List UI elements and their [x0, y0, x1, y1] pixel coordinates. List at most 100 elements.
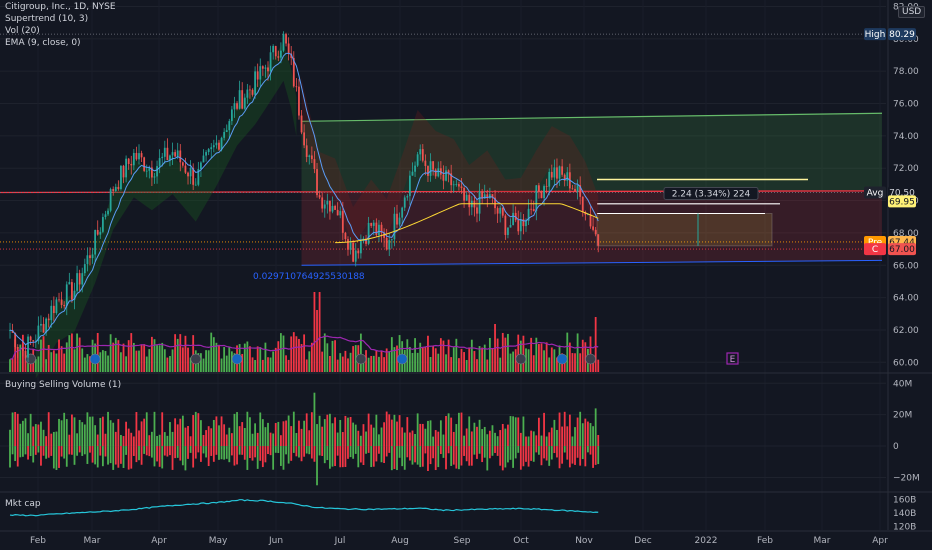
legend-bsv[interactable]: Buying Selling Volume (1)	[5, 379, 121, 391]
volume-bar	[122, 343, 125, 372]
candle-body	[176, 150, 179, 157]
volume-bar	[458, 358, 460, 372]
candle-body	[465, 194, 468, 201]
volume-bar	[491, 347, 494, 372]
bsv-buy-bar	[532, 431, 535, 447]
bsv-buy-bar	[269, 432, 272, 447]
bsv-buy-bar	[525, 436, 527, 447]
bsv-buy-bar	[181, 415, 184, 447]
bsv-buy-bar	[365, 431, 367, 447]
bsv-buy-bar	[470, 431, 473, 447]
bsv-sell-bar	[42, 446, 45, 456]
bsv-sell-bar	[179, 446, 182, 461]
bsv-sell-bar	[352, 446, 355, 459]
volume-bar	[496, 338, 499, 372]
bsv-buy-bar	[138, 430, 140, 447]
volume-bar	[427, 335, 429, 372]
bsv-buy-bar	[486, 434, 489, 447]
bsv-sell-bar	[65, 446, 68, 467]
volume-bar	[81, 348, 84, 372]
volume-bars: E	[9, 292, 739, 372]
bsv-sell-bar	[256, 446, 259, 469]
mktcap-y-tick: 120B	[893, 523, 916, 533]
bsv-buy-bar	[406, 417, 409, 447]
bsv-buy-bar	[349, 416, 352, 447]
bsv-buy-bar	[576, 417, 579, 447]
bsv-sell-bar	[512, 446, 514, 468]
bsv-sell-bar	[52, 446, 55, 469]
bsv-buy-bar	[171, 431, 174, 447]
volume-bar	[447, 339, 450, 372]
bsv-sell-bar	[496, 446, 499, 456]
volume-bar	[574, 353, 576, 372]
bsv-sell-bar	[455, 446, 458, 469]
main-legend: Citigroup, Inc., 1D, NYSE Supertrend (10…	[5, 1, 116, 49]
candle-body	[233, 103, 236, 110]
symbol-title[interactable]: Citigroup, Inc., 1D, NYSE	[5, 1, 116, 13]
volume-bar	[277, 341, 280, 372]
bsv-sell-bar	[9, 446, 11, 468]
bsv-sell-bar	[210, 446, 213, 456]
bsv-buy-bar	[517, 417, 520, 447]
bsv-sell-bar	[251, 446, 254, 461]
volume-bar	[548, 357, 551, 372]
bsv-buy-bar	[584, 418, 587, 447]
candle-body	[390, 239, 393, 241]
legend-supertrend[interactable]: Supertrend (10, 3)	[5, 13, 116, 25]
bsv-buy-bar	[318, 415, 321, 447]
legend-vol[interactable]: Vol (20)	[5, 25, 116, 37]
bsv-buy-bar	[127, 428, 130, 447]
volume-bar	[181, 347, 184, 372]
bsv-sell-bar	[83, 446, 86, 455]
volume-bar	[488, 337, 491, 372]
volume-bar	[439, 338, 442, 372]
bsv-sell-bar	[499, 446, 502, 466]
bsv-legend[interactable]: Buying Selling Volume (1)	[5, 379, 121, 391]
bsv-buy-bar	[455, 424, 458, 447]
volume-bar	[380, 350, 383, 372]
volume-bar	[42, 336, 45, 372]
volume-bar	[336, 359, 339, 372]
candle-body	[341, 211, 344, 233]
bsv-buy-bar	[52, 431, 55, 447]
candle-body	[161, 156, 164, 159]
volume-bar	[344, 350, 347, 372]
candle-body	[442, 174, 445, 181]
x-tick-label: Apr	[872, 536, 888, 546]
bsv-sell-bar	[329, 446, 331, 469]
bsv-buy-bar	[161, 412, 164, 447]
y-tick-label: 60.00	[893, 358, 919, 368]
candle-body	[592, 226, 594, 230]
bsv-sell-bar	[34, 446, 37, 455]
bsv-sell-bar	[220, 446, 223, 460]
bsv-sell-bar	[375, 446, 378, 462]
legend-ema[interactable]: EMA (9, close, 0)	[5, 37, 116, 49]
bsv-buy-bar	[169, 422, 171, 447]
candle-body	[83, 264, 86, 274]
volume-bar	[158, 345, 161, 372]
bsv-buy-bar	[254, 423, 256, 447]
bsv-sell-bar	[571, 446, 574, 464]
bsv-sell-bar	[27, 446, 29, 460]
bsv-sell-bar	[447, 446, 450, 454]
volume-bar	[359, 333, 362, 372]
volume-bar	[282, 335, 285, 372]
bsv-buy-bar	[40, 421, 42, 447]
volume-bar	[132, 342, 135, 372]
mktcap-legend[interactable]: Mkt cap	[5, 498, 41, 510]
volume-bar	[261, 359, 264, 372]
candle-body	[310, 155, 313, 160]
currency-label[interactable]: USD	[898, 6, 926, 18]
candle-body	[419, 149, 422, 155]
candle-body	[16, 347, 19, 349]
bsv-sell-bar	[463, 446, 465, 456]
legend-mktcap[interactable]: Mkt cap	[5, 498, 41, 510]
bsv-sell-bar	[101, 446, 104, 467]
bsv-buy-bar	[187, 426, 189, 447]
volume-bar	[375, 350, 378, 372]
bsv-buy-bar	[499, 430, 502, 447]
avg-label: Avg	[867, 188, 884, 198]
volume-bar	[225, 355, 228, 372]
volume-bar	[290, 336, 293, 372]
candle-body	[496, 208, 499, 214]
